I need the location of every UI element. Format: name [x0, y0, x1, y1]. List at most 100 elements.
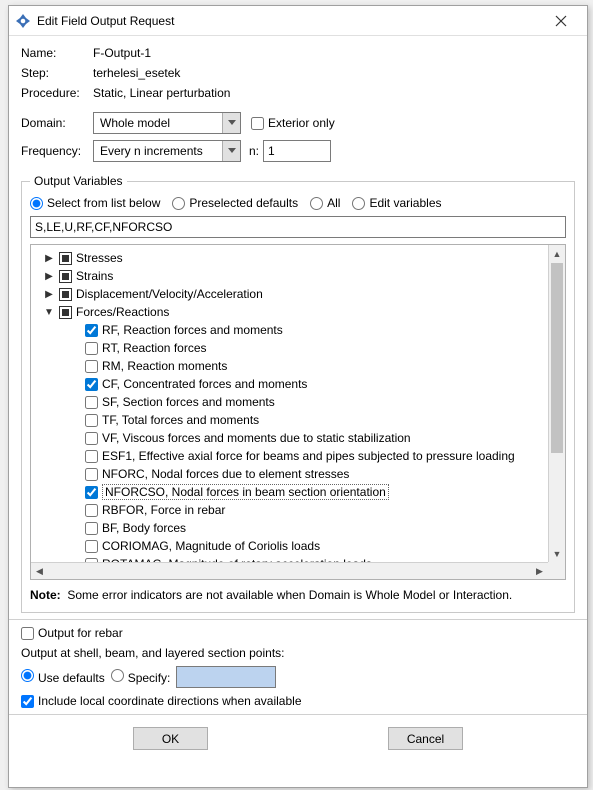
tree-item[interactable]: CORIOMAG, Magnitude of Coriolis loads: [85, 537, 546, 555]
tree-item-checkbox[interactable]: [85, 414, 98, 427]
chevron-down-icon: [222, 113, 240, 133]
specify-field[interactable]: [176, 666, 276, 688]
scroll-up-icon: ▲: [549, 245, 565, 262]
include-local-coord-checkbox[interactable]: Include local coordinate directions when…: [21, 694, 569, 708]
tree-item-checkbox[interactable]: [85, 540, 98, 553]
app-icon: [15, 13, 31, 29]
tree-item-label: RBFOR, Force in rebar: [102, 503, 225, 517]
tree-item-label: NFORCSO, Nodal forces in beam section or…: [102, 484, 389, 500]
tree-item-checkbox[interactable]: [85, 324, 98, 337]
tree-item[interactable]: RF, Reaction forces and moments: [85, 321, 546, 339]
tree-item[interactable]: NFORC, Nodal forces due to element stres…: [85, 465, 546, 483]
step-label: Step:: [21, 66, 93, 80]
tree-item[interactable]: VF, Viscous forces and moments due to st…: [85, 429, 546, 447]
freq-n-label: n:: [249, 144, 259, 158]
scrollbar-corner: [548, 562, 565, 579]
scroll-down-icon: ▼: [549, 545, 565, 562]
output-mode-radios: Select from list below Preselected defau…: [30, 196, 566, 210]
procedure-label: Procedure:: [21, 86, 93, 100]
dialog-buttons: OK Cancel: [21, 721, 575, 754]
expand-icon: ▶: [43, 289, 55, 300]
tree-item[interactable]: RT, Reaction forces: [85, 339, 546, 357]
tree-item-label: CORIOMAG, Magnitude of Coriolis loads: [102, 539, 320, 553]
domain-dropdown-text: Whole model: [94, 113, 190, 133]
exterior-only-checkbox[interactable]: Exterior only: [251, 116, 335, 130]
tree-item[interactable]: ESF1, Effective axial force for beams an…: [85, 447, 546, 465]
close-icon: [555, 15, 567, 27]
scroll-right-icon: ▶: [531, 563, 548, 579]
tree-viewport[interactable]: ▶ Stresses ▶ Strains ▶ Displacement/Velo…: [31, 245, 548, 562]
tree-item-label: CF, Concentrated forces and moments: [102, 377, 307, 391]
scrollbar-thumb[interactable]: [551, 263, 563, 453]
step-value: terhelesi_esetek: [93, 66, 180, 80]
tree-item-checkbox[interactable]: [85, 468, 98, 481]
collapse-icon: ▼: [43, 307, 55, 318]
tree-item-checkbox[interactable]: [85, 432, 98, 445]
close-button[interactable]: [541, 7, 581, 35]
radio-specify[interactable]: Specify:: [111, 669, 171, 685]
tree-item[interactable]: TF, Total forces and moments: [85, 411, 546, 429]
tree-item[interactable]: NFORCSO, Nodal forces in beam section or…: [85, 483, 546, 501]
name-value: F-Output-1: [93, 46, 151, 60]
domain-label: Domain:: [21, 116, 93, 130]
tree-item[interactable]: CF, Concentrated forces and moments: [85, 375, 546, 393]
tree-item-label: RM, Reaction moments: [102, 359, 227, 373]
output-variables-legend: Output Variables: [30, 174, 127, 188]
output-for-rebar-checkbox[interactable]: Output for rebar: [21, 626, 569, 640]
tree-item-checkbox[interactable]: [85, 486, 98, 499]
name-label: Name:: [21, 46, 93, 60]
ok-button[interactable]: OK: [133, 727, 208, 750]
tree-item-checkbox[interactable]: [85, 378, 98, 391]
tree-item-label: BF, Body forces: [102, 521, 186, 535]
radio-use-defaults[interactable]: Use defaults: [21, 669, 105, 685]
tree-item-label: VF, Viscous forces and moments due to st…: [102, 431, 411, 445]
tristate-checkbox-icon: [59, 252, 72, 265]
tree-item[interactable]: RBFOR, Force in rebar: [85, 501, 546, 519]
tree-item[interactable]: SF, Section forces and moments: [85, 393, 546, 411]
tree-category-forces[interactable]: ▼ Forces/Reactions: [43, 303, 546, 321]
output-variables-group: Output Variables Select from list below …: [21, 174, 575, 613]
tree-item-label: SF, Section forces and moments: [102, 395, 275, 409]
cancel-button[interactable]: Cancel: [388, 727, 463, 750]
edit-field-output-dialog: Edit Field Output Request Name: F-Output…: [8, 5, 588, 788]
tree-item[interactable]: BF, Body forces: [85, 519, 546, 537]
frequency-dropdown[interactable]: Every n increments: [93, 140, 241, 162]
tree-item-checkbox[interactable]: [85, 396, 98, 409]
window-title: Edit Field Output Request: [37, 14, 541, 28]
expand-icon: ▶: [43, 271, 55, 282]
expand-icon: ▶: [43, 253, 55, 264]
section-points-heading: Output at shell, beam, and layered secti…: [21, 646, 575, 660]
radio-select-list[interactable]: Select from list below: [30, 196, 160, 210]
tree-item-checkbox[interactable]: [85, 522, 98, 535]
tree-item-label: RT, Reaction forces: [102, 341, 207, 355]
tree-item-label: TF, Total forces and moments: [102, 413, 259, 427]
dialog-content: Name: F-Output-1 Step: terhelesi_esetek …: [9, 36, 587, 787]
radio-preselected[interactable]: Preselected defaults: [172, 196, 298, 210]
chevron-down-icon: [222, 141, 240, 161]
vertical-scrollbar[interactable]: ▲ ▼: [548, 245, 565, 562]
tree-item-label: ESF1, Effective axial force for beams an…: [102, 449, 515, 463]
tree-item-checkbox[interactable]: [85, 360, 98, 373]
tree-item-checkbox[interactable]: [85, 342, 98, 355]
tree-item-label: NFORC, Nodal forces due to element stres…: [102, 467, 349, 481]
radio-edit-variables[interactable]: Edit variables: [352, 196, 441, 210]
tree-item[interactable]: RM, Reaction moments: [85, 357, 546, 375]
domain-dropdown[interactable]: Whole model: [93, 112, 241, 134]
tristate-checkbox-icon: [59, 270, 72, 283]
title-bar: Edit Field Output Request: [9, 6, 587, 36]
tree-item-label: RF, Reaction forces and moments: [102, 323, 283, 337]
tree-item-checkbox[interactable]: [85, 450, 98, 463]
variable-tree: ▶ Stresses ▶ Strains ▶ Displacement/Velo…: [30, 244, 566, 580]
tree-category-stresses[interactable]: ▶ Stresses: [43, 249, 546, 267]
scroll-left-icon: ◀: [31, 563, 48, 579]
note-text: Note: Some error indicators are not avai…: [30, 588, 566, 602]
tree-item-checkbox[interactable]: [85, 504, 98, 517]
freq-n-input[interactable]: [263, 140, 331, 162]
tree-category-displacement[interactable]: ▶ Displacement/Velocity/Acceleration: [43, 285, 546, 303]
tree-item[interactable]: ROTAMAG, Magnitude of rotary acceleratio…: [85, 555, 546, 562]
procedure-value: Static, Linear perturbation: [93, 86, 230, 100]
tree-category-strains[interactable]: ▶ Strains: [43, 267, 546, 285]
radio-all[interactable]: All: [310, 196, 340, 210]
horizontal-scrollbar[interactable]: ◀ ▶: [31, 562, 548, 579]
variables-field[interactable]: [30, 216, 566, 238]
